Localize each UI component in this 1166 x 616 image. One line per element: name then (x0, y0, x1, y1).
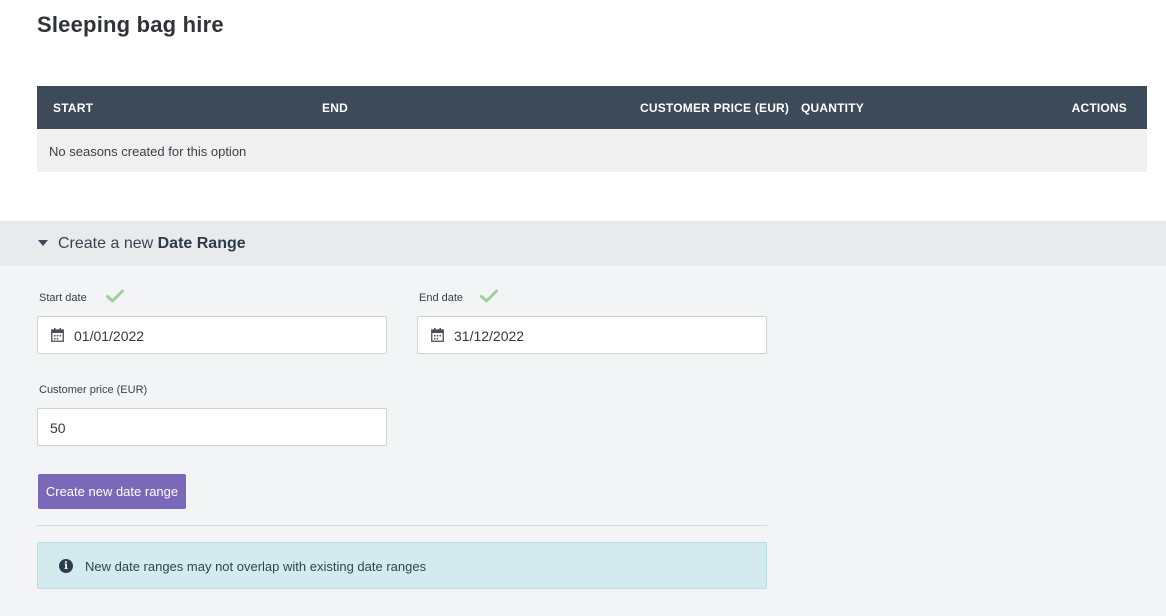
divider (37, 525, 767, 526)
end-date-value: 31/12/2022 (454, 328, 525, 344)
check-icon (480, 289, 498, 303)
start-date-input[interactable]: 01/01/2022 (37, 316, 387, 354)
customer-price-value: 50 (50, 420, 66, 436)
caret-down-icon (38, 240, 48, 246)
create-date-range-button[interactable]: Create new date range (38, 474, 186, 509)
calendar-icon (51, 328, 64, 342)
info-alert-text: New date ranges may not overlap with exi… (85, 559, 427, 574)
info-icon: i (59, 559, 73, 573)
column-header-actions: ACTIONS (1071, 101, 1127, 115)
table-header: START END CUSTOMER PRICE (EUR) QUANTITY … (37, 86, 1147, 129)
seasons-table: START END CUSTOMER PRICE (EUR) QUANTITY … (37, 86, 1147, 172)
customer-price-label: Customer price (EUR) (39, 384, 148, 396)
check-icon (106, 289, 124, 303)
column-header-customer-price: CUSTOMER PRICE (EUR) (640, 101, 790, 115)
section-title-prefix: Create a new (58, 235, 154, 252)
start-date-value: 01/01/2022 (74, 328, 145, 344)
calendar-icon (431, 328, 444, 342)
info-alert: i New date ranges may not overlap with e… (37, 542, 767, 589)
create-date-range-toggle[interactable]: Create a new Date Range (0, 221, 1166, 266)
page-title: Sleeping bag hire (37, 12, 224, 37)
empty-table-message: No seasons created for this option (37, 129, 1147, 172)
start-date-label: Start date (39, 292, 87, 304)
column-header-end: END (322, 101, 348, 115)
end-date-input[interactable]: 31/12/2022 (417, 316, 767, 354)
section-title: Create a new Date Range (58, 235, 246, 253)
column-header-start: START (53, 101, 94, 115)
column-header-quantity: QUANTITY (801, 101, 864, 115)
create-date-range-section: Create a new Date Range Start date 01/01… (0, 221, 1166, 616)
customer-price-input[interactable]: 50 (37, 408, 387, 446)
section-title-bold: Date Range (157, 235, 246, 252)
end-date-label: End date (419, 292, 464, 304)
